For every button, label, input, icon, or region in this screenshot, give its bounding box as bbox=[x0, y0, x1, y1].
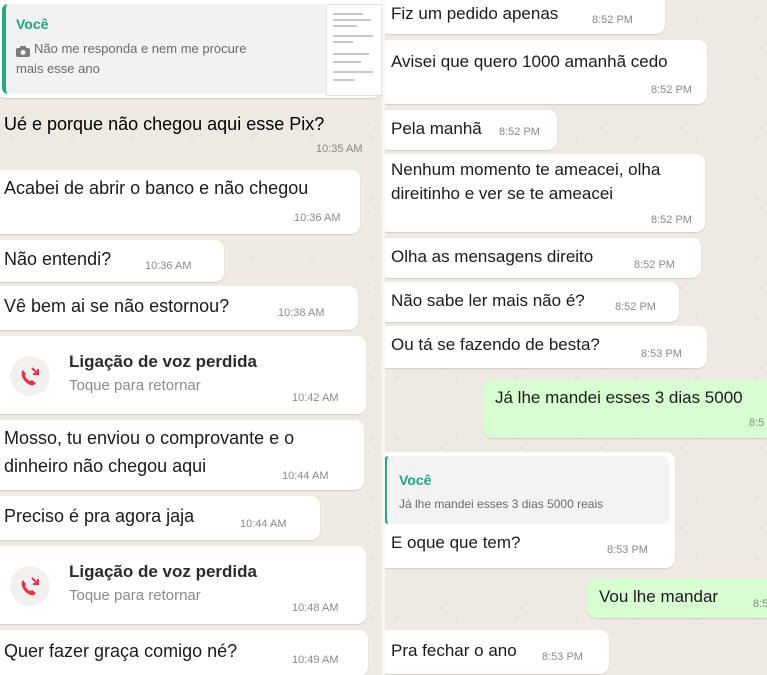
message-bubble[interactable]: Fiz um pedido apenas 8:52 PM bbox=[385, 0, 665, 34]
message-time: 10:36 AM bbox=[145, 260, 192, 272]
message-text: Avisei que quero 1000 amanhã cedo bbox=[391, 52, 668, 71]
message-bubble[interactable]: Ou tá se fazendo de besta? 8:53 PM bbox=[385, 326, 707, 368]
missed-call-icon bbox=[10, 356, 50, 396]
message-text: Não sabe ler mais não é? bbox=[391, 291, 585, 310]
message-time: 10:42 AM bbox=[292, 392, 339, 404]
message-text: Pra fechar o ano bbox=[391, 641, 517, 660]
quote-text-line1: Não me responda e nem me procure bbox=[34, 41, 247, 56]
missed-call-bubble[interactable]: Ligação de voz perdida Toque para retorn… bbox=[0, 336, 366, 414]
message-bubble[interactable]: Você Já lhe mandei esses 3 dias 5000 rea… bbox=[385, 452, 675, 568]
message-text: Não entendi? bbox=[4, 249, 112, 269]
call-subtitle: Toque para retornar bbox=[69, 587, 201, 604]
quote-sender: Você bbox=[16, 16, 49, 32]
message-bubble[interactable]: Você Não me responda e nem me procure ma… bbox=[0, 0, 382, 98]
quoted-message[interactable]: Você Já lhe mandei esses 3 dias 5000 rea… bbox=[385, 456, 669, 524]
message-bubble[interactable]: Não entendi? 10:36 AM bbox=[0, 240, 224, 282]
message-text-line2: direitinho e ver se te ameacei bbox=[391, 184, 614, 203]
outgoing-message-bubble[interactable]: Já lhe mandei esses 3 dias 5000 8:5 bbox=[483, 380, 767, 438]
message-bubble[interactable]: Acabei de abrir o banco e não chegou 10:… bbox=[0, 170, 360, 234]
message-time: 10:48 AM bbox=[292, 602, 339, 614]
quote-text: Já lhe mandei esses 3 dias 5000 reais bbox=[399, 497, 604, 511]
call-subtitle: Toque para retornar bbox=[69, 377, 201, 394]
message-text: Mosso, tu enviou o comprovante e o bbox=[4, 428, 295, 448]
missed-call-bubble[interactable]: Ligação de voz perdida Toque para retorn… bbox=[0, 546, 366, 624]
message-bubble[interactable]: Mosso, tu enviou o comprovante e o dinhe… bbox=[0, 420, 364, 490]
message-bubble[interactable]: Avisei que quero 1000 amanhã cedo 8:52 P… bbox=[385, 40, 707, 104]
message-time: 10:35 AM bbox=[316, 143, 363, 155]
chat-panel-right: Fiz um pedido apenas 8:52 PM Avisei que … bbox=[385, 0, 767, 675]
message-text: Preciso é pra agora jaja bbox=[4, 506, 195, 526]
message-time: 8:52 PM bbox=[651, 214, 692, 226]
message-time: 10:44 AM bbox=[240, 518, 287, 530]
message-time: 8:52 PM bbox=[499, 126, 540, 138]
call-title: Ligação de voz perdida bbox=[69, 562, 257, 581]
message-time: 8:52 PM bbox=[634, 259, 675, 271]
message-bubble[interactable]: Quer fazer graça comigo né? 10:49 AM bbox=[0, 630, 368, 675]
message-bubble[interactable]: Preciso é pra agora jaja 10:44 AM bbox=[0, 496, 320, 540]
message-text: Ué e porque não chegou aqui esse Pix? bbox=[4, 114, 325, 134]
message-time: 10:49 AM bbox=[292, 654, 339, 666]
message-bubble[interactable]: Não sabe ler mais não é? 8:52 PM bbox=[385, 282, 679, 322]
message-time: 8:53 PM bbox=[641, 348, 682, 360]
message-text: Olha as mensagens direito bbox=[391, 247, 594, 266]
message-bubble[interactable]: Vê bem ai se não estornou? 10:38 AM bbox=[0, 286, 358, 330]
message-bubble[interactable]: Pra fechar o ano 8:53 PM bbox=[385, 630, 609, 674]
outgoing-message-bubble[interactable]: Vou lhe mandar 8:5 bbox=[587, 578, 767, 618]
chat-panel-left: Você Não me responda e nem me procure ma… bbox=[0, 0, 382, 675]
message-text: E oque que tem? bbox=[391, 533, 521, 552]
message-bubble[interactable]: Nenhum momento te ameacei, olha direitin… bbox=[385, 154, 705, 232]
message-text: Ou tá se fazendo de besta? bbox=[391, 335, 600, 354]
message-text: Vê bem ai se não estornou? bbox=[4, 296, 230, 316]
message-bubble[interactable]: Pela manhã 8:52 PM bbox=[385, 110, 557, 150]
message-time: 8:5 bbox=[749, 417, 765, 429]
message-time: 8:5 bbox=[753, 598, 767, 610]
message-time: 10:38 AM bbox=[278, 307, 325, 319]
message-text: Nenhum momento te ameacei, olha bbox=[391, 160, 661, 179]
document-thumbnail[interactable] bbox=[326, 4, 382, 96]
call-title: Ligação de voz perdida bbox=[69, 352, 257, 371]
message-time: 10:36 AM bbox=[294, 212, 341, 224]
camera-icon bbox=[16, 44, 30, 57]
quote-text-line2: mais esse ano bbox=[16, 61, 100, 76]
message-text-line2: dinheiro não chegou aqui bbox=[4, 456, 207, 476]
message-time: 8:52 PM bbox=[615, 301, 656, 313]
message-text: Pela manhã bbox=[391, 119, 482, 138]
message-time: 8:52 PM bbox=[651, 84, 692, 96]
message-text: Vou lhe mandar bbox=[599, 587, 719, 606]
quote-sender: Você bbox=[399, 472, 432, 488]
message-text: Acabei de abrir o banco e não chegou bbox=[4, 178, 309, 198]
missed-call-icon bbox=[10, 566, 50, 606]
message-time: 8:53 PM bbox=[607, 544, 648, 556]
message-time: 8:52 PM bbox=[592, 14, 633, 26]
message-time: 8:53 PM bbox=[542, 651, 583, 663]
message-text: Já lhe mandei esses 3 dias 5000 bbox=[495, 388, 743, 407]
message-text: Quer fazer graça comigo né? bbox=[4, 641, 238, 661]
quoted-message[interactable]: Você Não me responda e nem me procure ma… bbox=[2, 4, 382, 96]
message-bubble[interactable]: Olha as mensagens direito 8:52 PM bbox=[385, 238, 701, 278]
message-time: 10:44 AM bbox=[282, 470, 329, 482]
message-text: Fiz um pedido apenas bbox=[391, 4, 559, 23]
